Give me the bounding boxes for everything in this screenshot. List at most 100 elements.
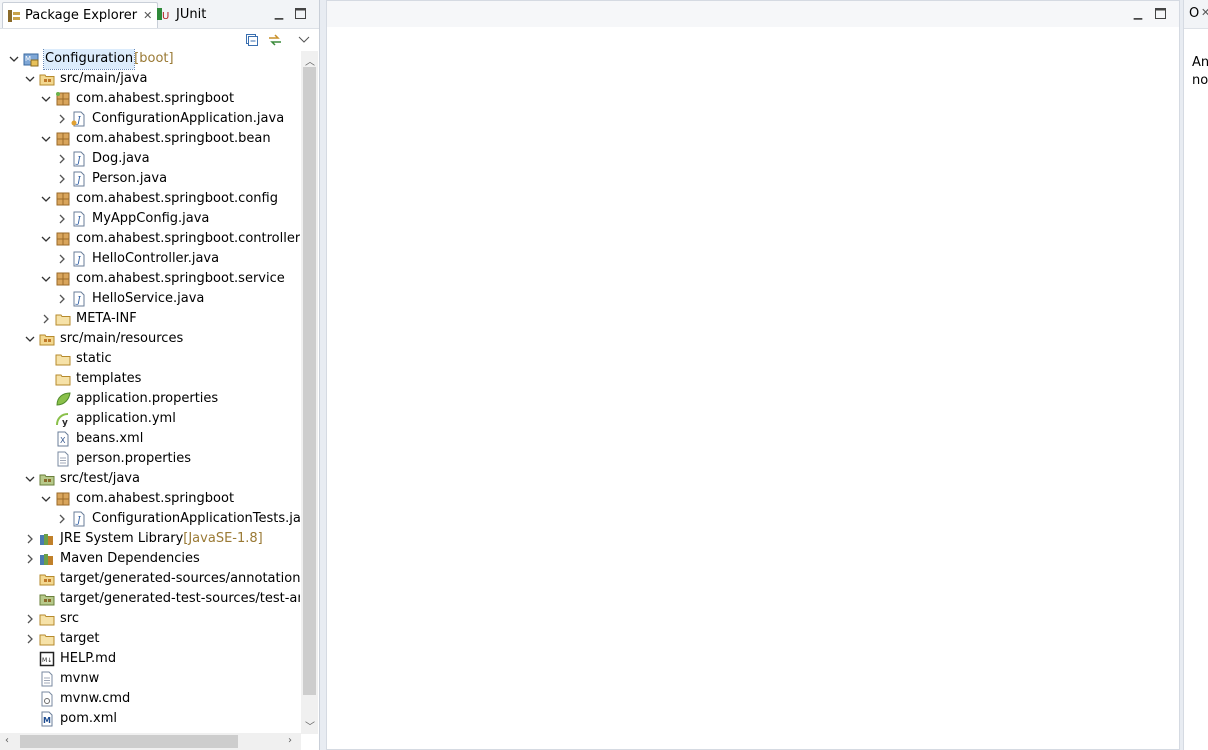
tree-item[interactable]: Maven Dependencies	[24, 549, 200, 569]
scroll-down-icon[interactable]: ﹀	[305, 718, 315, 733]
tree-item[interactable]: com.ahabest.springboot.service	[40, 269, 285, 289]
tree-item[interactable]: com.ahabest.springboot.bean	[40, 129, 271, 149]
no-chevron	[40, 409, 52, 429]
tree-item[interactable]: src/main/java	[24, 69, 147, 89]
horizontal-scroll-thumb[interactable]	[20, 735, 238, 748]
tree-item[interactable]: J ConfigurationApplicationTests.java	[56, 509, 300, 529]
chevron-right-icon[interactable]	[40, 309, 52, 329]
tree-item-label: templates	[76, 371, 142, 386]
maximize-icon[interactable]	[293, 6, 307, 20]
tab-package-explorer[interactable]: Package Explorer ✕	[2, 2, 159, 28]
chevron-right-icon[interactable]	[24, 629, 36, 649]
chevron-right-icon[interactable]	[56, 149, 68, 169]
tree-item-label: META-INF	[76, 311, 137, 326]
package-icon	[55, 231, 71, 247]
tree-item[interactable]: J ConfigurationApplication.java	[56, 109, 284, 129]
editor-area[interactable]: ▁	[326, 0, 1180, 750]
chevron-down-icon[interactable]	[40, 189, 52, 209]
tree-item[interactable]: com.ahabest.springboot	[40, 489, 234, 509]
tree-item[interactable]: target	[24, 629, 100, 649]
outline-view: O ✕ An no	[1183, 0, 1208, 750]
tree-item-label: HELP.md	[60, 651, 117, 666]
tree-item[interactable]: J Dog.java	[56, 149, 150, 169]
minimize-icon[interactable]: ▁	[272, 6, 286, 20]
tree-item[interactable]: com.ahabest.springboot.controller	[40, 229, 300, 249]
chevron-down-icon[interactable]	[40, 89, 52, 109]
tree-item[interactable]: src	[24, 609, 79, 629]
chevron-down-icon[interactable]	[24, 329, 36, 349]
chevron-down-icon[interactable]	[40, 269, 52, 289]
svg-text:U: U	[162, 11, 169, 21]
tree-item-label: pom.xml	[60, 711, 117, 726]
tree-item-label: HelloController.java	[92, 251, 220, 266]
horizontal-scrollbar[interactable]: ‹ ›	[0, 733, 301, 750]
tree-item-label: beans.xml	[76, 431, 144, 446]
tree-item[interactable]: templates	[40, 369, 141, 389]
properties-file-icon	[55, 391, 71, 407]
source-folder-icon	[39, 331, 55, 347]
vertical-scrollbar[interactable]: ︿ ﹀	[301, 51, 318, 734]
tree-item[interactable]: target/generated-sources/annotations	[24, 569, 300, 589]
chevron-down-icon[interactable]	[40, 129, 52, 149]
chevron-right-icon[interactable]	[56, 209, 68, 229]
chevron-right-icon[interactable]	[24, 549, 36, 569]
tree-item[interactable]: Mpom.xml	[24, 709, 117, 729]
tree-item[interactable]: mvnw.cmd	[24, 689, 130, 709]
tab-junit-label: JUnit	[176, 6, 207, 22]
editor-header: ▁	[327, 1, 1179, 27]
project-icon: M	[23, 51, 39, 67]
tab-outline[interactable]: O	[1189, 6, 1199, 21]
view-menu-icon[interactable]	[295, 31, 313, 49]
tree-item[interactable]: mvnw	[24, 669, 99, 689]
package-icon	[55, 271, 71, 287]
tree-item-decoration: [boot]	[134, 51, 174, 66]
outline-tab-bar: O ✕	[1184, 0, 1208, 29]
chevron-down-icon[interactable]	[24, 69, 36, 89]
collapse-all-icon[interactable]	[243, 31, 261, 49]
tree-item[interactable]: src/main/resources	[24, 329, 183, 349]
tree-item[interactable]: Xbeans.xml	[40, 429, 143, 449]
close-icon[interactable]: ✕	[143, 9, 152, 22]
outline-close-icon[interactable]: ✕	[1201, 6, 1208, 19]
scroll-right-icon[interactable]: ›	[288, 735, 292, 746]
tree-item[interactable]: y application.yml	[40, 409, 176, 429]
chevron-right-icon[interactable]	[24, 529, 36, 549]
tree-item[interactable]: JRE System Library [JavaSE-1.8]	[24, 529, 263, 549]
tree-item[interactable]: application.properties	[40, 389, 218, 409]
tree-item[interactable]: person.properties	[40, 449, 191, 469]
tree-item[interactable]: J Person.java	[56, 169, 167, 189]
tree-item-label: HelloService.java	[92, 291, 205, 306]
vertical-scroll-thumb[interactable]	[303, 67, 316, 695]
folder-icon	[55, 371, 71, 387]
editor-minimize-icon[interactable]: ▁	[1131, 6, 1145, 20]
tree-item-label: MyAppConfig.java	[92, 211, 210, 226]
link-with-editor-icon[interactable]	[266, 31, 284, 49]
tree-item[interactable]: J MyAppConfig.java	[56, 209, 209, 229]
tab-junit[interactable]: U JUnit	[152, 2, 210, 26]
tree-item-label: src/main/java	[60, 71, 148, 86]
tree-item[interactable]: target/generated-test-sources/test-annot	[24, 589, 300, 609]
tree-item[interactable]: M↓ HELP.md	[24, 649, 116, 669]
tree-item[interactable]: J HelloService.java	[56, 289, 204, 309]
chevron-down-icon[interactable]	[8, 49, 20, 69]
tree-item[interactable]: static	[40, 349, 112, 369]
chevron-down-icon[interactable]	[40, 489, 52, 509]
chevron-right-icon[interactable]	[56, 109, 68, 129]
chevron-right-icon[interactable]	[56, 249, 68, 269]
tree-item[interactable]: M Configuration [boot]	[8, 49, 174, 70]
chevron-down-icon[interactable]	[40, 229, 52, 249]
java-file-icon: J	[71, 291, 87, 307]
tree-item[interactable]: com.ahabest.springboot.config	[40, 189, 278, 209]
chevron-right-icon[interactable]	[56, 509, 68, 529]
scroll-up-icon[interactable]: ︿	[305, 53, 315, 68]
chevron-down-icon[interactable]	[24, 469, 36, 489]
chevron-right-icon[interactable]	[56, 289, 68, 309]
editor-maximize-icon[interactable]	[1153, 6, 1167, 20]
tree-item[interactable]: J HelloController.java	[56, 249, 219, 269]
tree-item[interactable]: src/test/java	[24, 469, 140, 489]
tree-item[interactable]: META-INF	[40, 309, 137, 329]
tree-item[interactable]: com.ahabest.springboot	[40, 89, 234, 109]
chevron-right-icon[interactable]	[56, 169, 68, 189]
scroll-left-icon[interactable]: ‹	[5, 735, 9, 746]
chevron-right-icon[interactable]	[24, 609, 36, 629]
